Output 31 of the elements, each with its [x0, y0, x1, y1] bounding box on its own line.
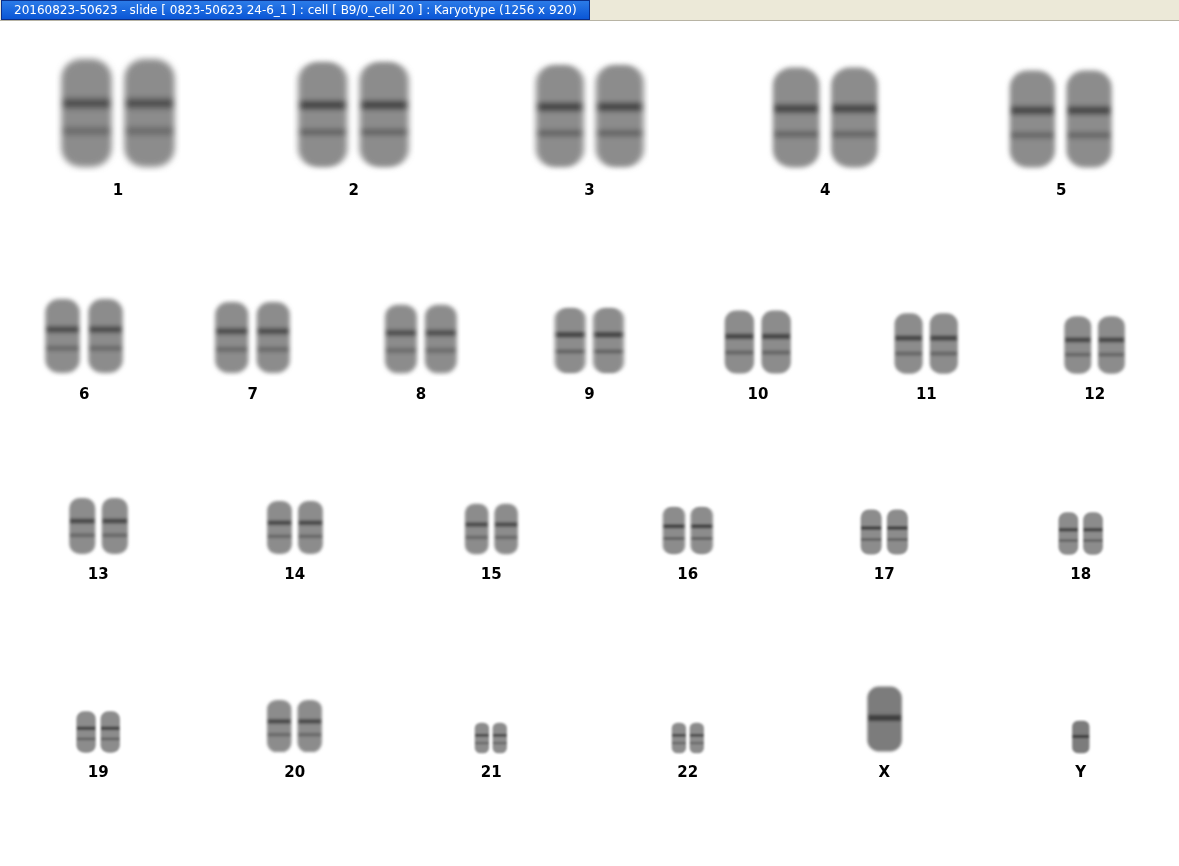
chromosome-pair-drawing [858, 507, 911, 557]
window-title: 20160823-50623 - slide [ 0823-50623 24-6_1 ] : cell [ B9/0_cell 20 ] : Karyotype (1256 x 920) [1, 0, 590, 20]
chromosome-label: 22 [677, 763, 699, 781]
chromosome-label: 15 [480, 565, 502, 583]
chromosome-label: 3 [584, 181, 595, 199]
chromosome-label: 2 [348, 181, 359, 199]
chromosome-label: 8 [415, 385, 427, 403]
chromosome-label: 12 [1084, 385, 1106, 403]
chromosome-label: 5 [1055, 181, 1067, 199]
chromosome-label: Y [1075, 763, 1087, 781]
chromosome-label: 21 [480, 763, 502, 781]
chromosome-label: 11 [915, 385, 937, 403]
chromosome-label: 19 [87, 763, 109, 781]
chromosome-label: 6 [79, 385, 90, 403]
chromosome-label: 10 [747, 385, 769, 403]
chromosome-pair-drawing [1056, 510, 1106, 557]
chromosome-label: 1 [112, 181, 124, 199]
chromosome-pair-drawing [473, 721, 510, 755]
chromosome-label: 17 [873, 565, 895, 583]
chromosome-label: 9 [584, 385, 595, 403]
chromosome-label: 13 [87, 565, 109, 583]
chromosome-pair-drawing [74, 709, 123, 755]
chromosome-label: X [878, 763, 891, 781]
chromosome-label: 7 [247, 385, 258, 403]
chromosome-label: 20 [284, 763, 306, 781]
chromosome-label: 18 [1070, 565, 1092, 583]
chromosome-drawing [1069, 719, 1092, 755]
chromosome-label: 16 [677, 565, 699, 583]
chromosome-label: 14 [284, 565, 306, 583]
chromosome-pair-drawing [669, 721, 706, 755]
chromosome-label: 4 [820, 181, 831, 199]
